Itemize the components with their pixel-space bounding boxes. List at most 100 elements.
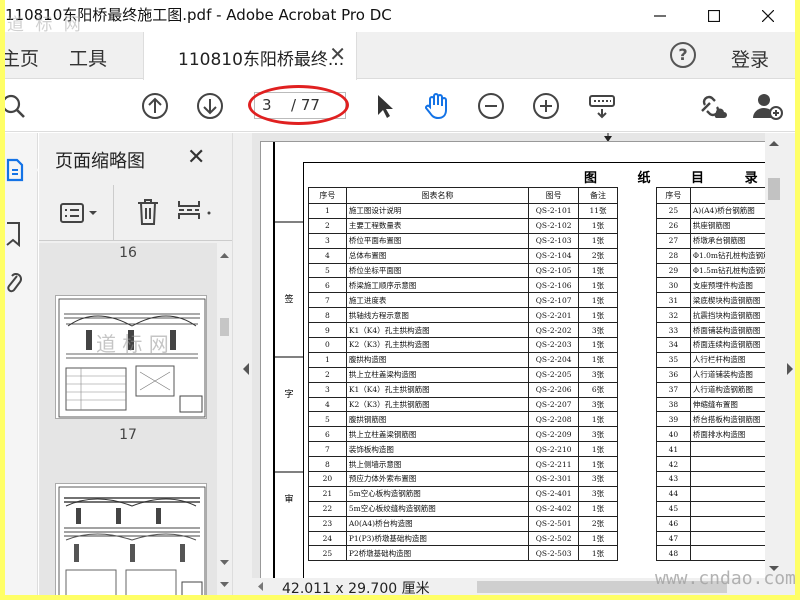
table-row: 4 总体布置图 QS-2-104 2张	[308, 247, 618, 264]
maximize-button[interactable]	[691, 0, 737, 32]
table-row: 24 P1(P3)桥墩基础构造图 QS-2-502 1张	[308, 530, 618, 547]
table-cell: 23	[308, 515, 347, 532]
arrow-up-circle-icon	[142, 93, 168, 119]
table-cell: QS-2-401	[528, 485, 580, 502]
table-cell: 主要工程数量表	[345, 217, 530, 234]
zoom-in-button[interactable]	[530, 90, 562, 122]
table-cell: 腹拱钢筋图	[345, 411, 530, 428]
extract-page-icon[interactable]	[177, 197, 217, 231]
close-tab-icon[interactable]: ✕	[329, 42, 346, 66]
page-thumbnails-icon[interactable]	[5, 158, 25, 186]
delete-page-icon[interactable]	[135, 197, 161, 231]
svg-text:字: 字	[284, 388, 293, 400]
table-row: 48	[656, 545, 765, 562]
document-scroll-thumb[interactable]	[768, 178, 780, 200]
zoom-out-button[interactable]	[475, 90, 507, 122]
share-link-button[interactable]	[696, 90, 728, 122]
table-cell: 总体布置图	[345, 247, 530, 264]
table-cell: 3张	[578, 322, 618, 339]
panel-splitter[interactable]	[232, 133, 252, 595]
table-row: 38 伸缩缝布置图	[656, 396, 765, 413]
add-user-button[interactable]	[752, 90, 784, 122]
close-window-button[interactable]	[745, 0, 791, 32]
table-cell: 桥位坐标平面图	[345, 262, 530, 279]
table-cell: 30	[656, 277, 691, 294]
pointer-arrow-icon	[378, 95, 393, 118]
table-cell: QS-2-101	[528, 203, 580, 219]
thumbnail-scrollbar[interactable]	[217, 243, 232, 595]
panel-toolbar	[39, 185, 232, 241]
table-cell: 47	[656, 530, 691, 547]
add-user-icon	[753, 94, 783, 120]
table-cell: 1张	[578, 411, 618, 428]
drawing-frame: 签 字 审 图 纸 目 录 序号 图表名称 图号 备注 1 施工图设计说明 QS-2-10…	[273, 142, 765, 578]
zoom-search-icon[interactable]	[5, 90, 31, 122]
previous-page-button[interactable]	[139, 90, 171, 122]
table-cell: 2	[308, 366, 347, 383]
close-panel-icon[interactable]: ✕	[187, 145, 205, 170]
thumbnail-scroll-thumb[interactable]	[220, 318, 229, 336]
table-cell: 桥面排水构造图	[689, 426, 765, 443]
table-row: 2 主要工程数量表 QS-2-102 1张	[308, 217, 618, 234]
document-view[interactable]: 签 字 审 图 纸 目 录 序号 图表名称 图号 备注 1 施工图设计说明 QS-2-10…	[252, 133, 765, 578]
panel-pointer	[31, 163, 39, 177]
link-cloud-icon	[701, 95, 727, 118]
thumbnail-list[interactable]: 16 道 标 网 17	[39, 243, 217, 595]
tab-document[interactable]: 110810东阳桥最终... ✕	[143, 32, 357, 80]
fit-page-button[interactable]	[586, 90, 618, 122]
table-cell: 施工进度表	[345, 292, 530, 309]
table-cell: 7	[308, 441, 347, 458]
table-row: 45	[656, 500, 765, 517]
table-cell: 3张	[578, 396, 618, 413]
document-scrollbar[interactable]	[765, 133, 783, 578]
table-cell: 24	[308, 530, 347, 547]
hand-icon	[425, 93, 447, 120]
thumbnail-options-icon[interactable]	[59, 201, 99, 229]
table-cell: 施工图设计说明	[345, 203, 530, 219]
table-row: 29 Φ1.5m钻孔桩构造钢筋	[656, 262, 765, 279]
table-cell: 1	[308, 351, 347, 368]
table-cell: 3张	[578, 471, 618, 487]
scroll-down-icon	[220, 560, 229, 565]
table-cell: QS-2-208	[528, 411, 580, 428]
table-cell: 25	[656, 203, 691, 219]
table-cell: 42	[656, 456, 691, 473]
table-cell: 2	[308, 217, 347, 234]
page-thumbnail-18[interactable]	[55, 483, 207, 595]
table-cell: 抗震挡块构造钢筋图	[689, 307, 765, 324]
select-tool-button[interactable]	[368, 90, 400, 122]
table-cell: 伸缩缝布置图	[689, 396, 765, 413]
login-button[interactable]: 登录	[731, 45, 769, 72]
help-icon[interactable]: ?	[670, 42, 696, 68]
hand-tool-button[interactable]	[421, 90, 453, 122]
minimize-button[interactable]	[637, 0, 683, 32]
table-cell: 36	[656, 366, 691, 383]
table-cell: QS-2-201	[528, 307, 580, 324]
table-cell: QS-2-106	[528, 277, 580, 294]
table-cell: 4	[308, 396, 347, 413]
table-cell: 35	[656, 351, 691, 368]
right-pane-collapser[interactable]	[783, 133, 795, 595]
bookmark-icon[interactable]	[5, 221, 21, 251]
next-page-button[interactable]	[194, 90, 226, 122]
table-cell: 7	[308, 292, 347, 309]
table-cell: A0(A4)桥台构造图	[345, 515, 530, 532]
table-row: 6 拱上立柱盖梁钢筋图 QS-2-209 3张	[308, 426, 618, 443]
table-cell: 桥位平面布置图	[345, 232, 530, 249]
table-cell: 1张	[578, 217, 618, 234]
table-row: 42	[656, 456, 765, 473]
attachment-icon[interactable]	[5, 271, 23, 301]
tab-tools[interactable]: 工具	[69, 44, 107, 71]
table-row: 46	[656, 515, 765, 532]
table-cell: 1张	[578, 262, 618, 279]
table-cell: QS-2-105	[528, 262, 580, 279]
table-cell: 31	[656, 292, 691, 309]
scroll-up-icon	[769, 141, 779, 146]
table-cell: 3	[308, 381, 347, 398]
table-cell: 拱上立柱盖梁构造图	[345, 366, 530, 383]
table-row: 1 腹拱构造图 QS-2-204 1张	[308, 351, 618, 368]
tab-home[interactable]: 主页	[5, 44, 39, 71]
page-thumbnail-17[interactable]: 道 标 网	[55, 295, 207, 419]
table-cell: QS-2-301	[528, 471, 580, 487]
table-cell: 腹拱构造图	[345, 351, 530, 368]
